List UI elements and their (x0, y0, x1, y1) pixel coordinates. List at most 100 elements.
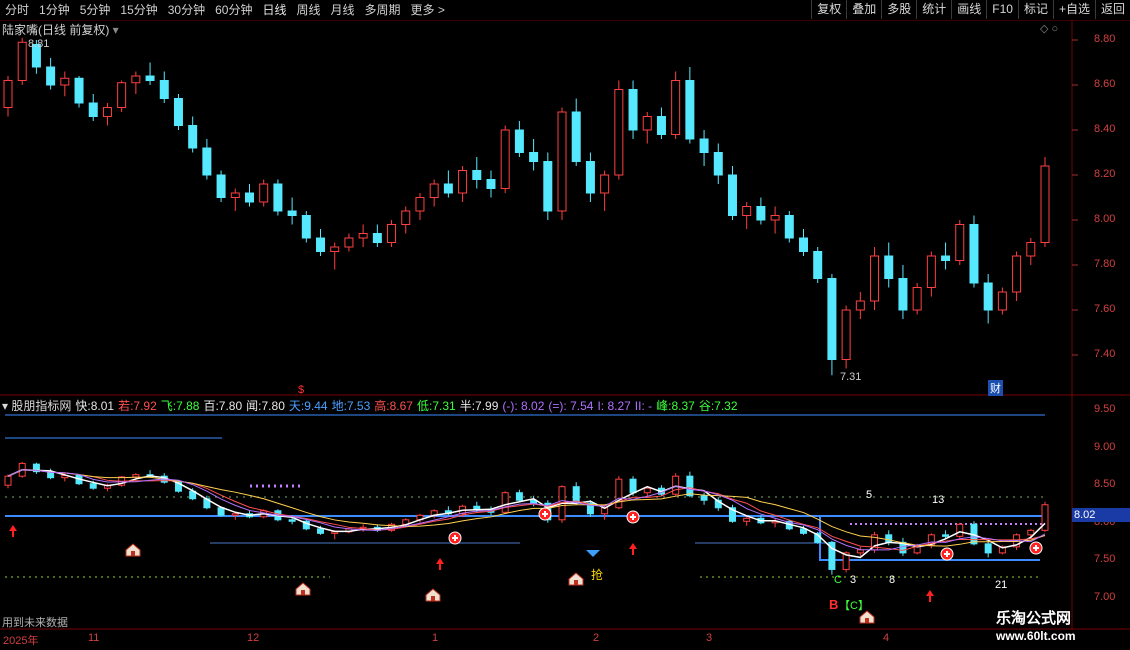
mini-candle-body (643, 487, 651, 494)
legend-item: 飞:7.88 (160, 399, 200, 413)
mini-candle-body (615, 478, 623, 509)
chart-canvas: $ (0, 20, 1130, 630)
high-price-label: 8.81 (28, 38, 50, 50)
diamond-icon (586, 550, 600, 557)
legend-item: (-): 8.02 (502, 399, 545, 413)
price-tick: 8.60 (1094, 78, 1116, 90)
candle-body (443, 183, 453, 194)
watermark-url: www.60lt.com (996, 629, 1076, 643)
legend-item: 峰:8.37 (656, 399, 695, 413)
candle-body (344, 237, 354, 248)
indicator-legend: ▾ 股朋指标网 快:8.01 若:7.92 飞:7.88 百:7.80 闻:7.80 天:9… (2, 397, 742, 415)
collapse-icon[interactable]: ▾ (113, 23, 119, 37)
candle-body (642, 116, 652, 131)
candle-body (3, 80, 13, 108)
house-door (301, 590, 305, 595)
candle-body (500, 129, 510, 189)
mini-candle-body (686, 475, 694, 497)
count-label-3: 3 (850, 574, 857, 586)
candle-body (415, 197, 425, 212)
indicator-tick: 7.00 (1094, 591, 1116, 603)
count-label-5: 5 (866, 489, 873, 501)
date-tick: 1 (432, 632, 439, 644)
candle-body (799, 237, 809, 252)
candle-body (770, 215, 780, 221)
dollar-marker-icon: $ (298, 384, 304, 396)
candle-body (671, 80, 681, 135)
candle-body (543, 161, 553, 212)
buy-arrow-icon (436, 558, 444, 570)
candle-body (486, 179, 496, 189)
candle-body (898, 278, 908, 311)
price-tick: 8.00 (1094, 213, 1116, 225)
candle-body (529, 152, 539, 162)
candle-body (756, 206, 766, 221)
candle-body (969, 224, 979, 284)
panel-icons[interactable]: ◇ ○ (1040, 22, 1058, 35)
legend-item: 百:7.80 (203, 399, 243, 413)
candle-body (997, 291, 1007, 311)
indicator-series: $ (4, 384, 1049, 624)
date-tick: 12 (247, 632, 260, 644)
legend-item: 天:9.44 (288, 399, 328, 413)
watermark-title: 乐淘公式网 (996, 610, 1072, 627)
current-price-tag: 8.02 (1072, 508, 1130, 522)
c-box-label: 【C】 (839, 600, 869, 612)
candle-body (813, 251, 823, 279)
mini-candle-body (217, 507, 225, 516)
house-door (865, 618, 869, 623)
c-label: C (834, 574, 842, 586)
main-chart-title: 陆家嘴(日线 前复权) ▾ (2, 21, 119, 38)
candle-body (202, 147, 212, 176)
candle-body (870, 255, 880, 302)
candle-body (472, 170, 482, 180)
candle-body (685, 80, 695, 140)
candle-body (784, 215, 794, 239)
candle-body (159, 80, 169, 99)
candle-body (827, 278, 837, 360)
mini-candle-body (743, 517, 751, 522)
candle-body (884, 255, 894, 279)
indicator-tick: 8.50 (1094, 478, 1116, 491)
buy-arrow-icon (629, 543, 637, 555)
candle-body (1012, 255, 1022, 293)
candle-body (557, 111, 567, 212)
mini-candle-body (984, 543, 992, 554)
candle-body (244, 192, 254, 203)
candle-body (926, 255, 936, 288)
buy-arrow-icon (926, 590, 934, 602)
candle-body (330, 246, 340, 252)
candle-body (301, 215, 311, 239)
mini-candle-body (4, 475, 12, 486)
candle-body (1040, 165, 1050, 243)
mini-candle-body (942, 534, 950, 537)
legend-item: 谷:7.32 (698, 399, 738, 413)
candle-body (983, 282, 993, 311)
candle-body (941, 255, 951, 261)
legend-item: 半:7.99 (459, 399, 499, 413)
candle-body (742, 206, 752, 216)
candle-body (273, 183, 283, 212)
count-label-13: 13 (932, 494, 945, 506)
candle-body (117, 82, 127, 108)
date-tick: 2025年 (3, 635, 39, 647)
candle-body (955, 224, 965, 261)
candle-body (429, 183, 439, 198)
indicator-line (7, 469, 1046, 559)
indicator-tick: 9.00 (1094, 440, 1116, 453)
mini-candle-body (856, 549, 864, 554)
candle-body (46, 66, 56, 86)
candle-body (401, 210, 411, 225)
candle-body (912, 287, 922, 311)
date-axis: 2025年 11 12 1 2 3 4 (0, 630, 1072, 650)
candle-body (74, 77, 84, 104)
mini-candle-body (700, 495, 708, 501)
price-tick: 7.40 (1094, 348, 1116, 360)
candle-body (387, 224, 397, 243)
candle-body (316, 237, 326, 252)
mini-candle-body (515, 492, 523, 501)
candle-body (287, 210, 297, 216)
indicator-name[interactable]: ▾ 股朋指标网 (2, 397, 71, 415)
candle-body (131, 75, 141, 84)
mini-candle-body (1027, 529, 1035, 536)
